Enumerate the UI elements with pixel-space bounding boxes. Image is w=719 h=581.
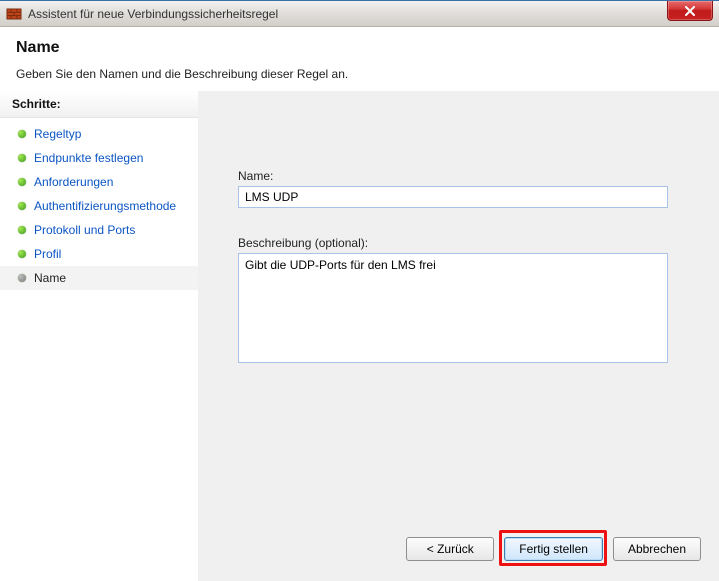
steps-sidebar: Schritte: Regeltyp Endpunkte festlegen A…: [0, 91, 198, 581]
window-title: Assistent für neue Verbindungssicherheit…: [28, 7, 278, 21]
cancel-button[interactable]: Abbrechen: [613, 537, 701, 561]
close-button[interactable]: [667, 1, 713, 21]
step-name[interactable]: Name: [0, 266, 198, 290]
step-bullet-icon: [18, 154, 26, 162]
step-label: Protokoll und Ports: [34, 223, 135, 237]
step-endpunkte[interactable]: Endpunkte festlegen: [0, 146, 198, 170]
description-input[interactable]: [238, 253, 668, 363]
page-title: Name: [16, 39, 703, 57]
step-bullet-icon: [18, 226, 26, 234]
steps-list: Regeltyp Endpunkte festlegen Anforderung…: [0, 118, 198, 294]
step-label: Anforderungen: [34, 175, 113, 189]
titlebar: Assistent für neue Verbindungssicherheit…: [0, 1, 719, 27]
step-label: Authentifizierungsmethode: [34, 199, 176, 213]
step-regeltyp[interactable]: Regeltyp: [0, 122, 198, 146]
step-authentifizierung[interactable]: Authentifizierungsmethode: [0, 194, 198, 218]
wizard-window: Assistent für neue Verbindungssicherheit…: [0, 0, 719, 581]
step-profil[interactable]: Profil: [0, 242, 198, 266]
main-panel: Name: Beschreibung (optional): < Zurück …: [198, 91, 719, 581]
finish-button[interactable]: Fertig stellen: [504, 537, 603, 561]
step-label: Profil: [34, 247, 61, 261]
back-button[interactable]: < Zurück: [406, 537, 494, 561]
wizard-header: Name Geben Sie den Namen und die Beschre…: [0, 27, 719, 91]
name-input[interactable]: [238, 186, 668, 208]
name-label: Name:: [238, 169, 679, 183]
wizard-body: Schritte: Regeltyp Endpunkte festlegen A…: [0, 91, 719, 581]
step-anforderungen[interactable]: Anforderungen: [0, 170, 198, 194]
step-label: Endpunkte festlegen: [34, 151, 143, 165]
step-bullet-icon: [18, 250, 26, 258]
step-protokoll[interactable]: Protokoll und Ports: [0, 218, 198, 242]
step-label: Name: [34, 271, 66, 285]
step-bullet-icon: [18, 178, 26, 186]
firewall-icon: [6, 6, 22, 22]
wizard-button-row: < Zurück Fertig stellen Abbrechen: [406, 537, 701, 561]
step-bullet-icon: [18, 202, 26, 210]
steps-heading: Schritte:: [0, 91, 198, 118]
step-bullet-icon: [18, 130, 26, 138]
step-label: Regeltyp: [34, 127, 81, 141]
step-bullet-icon: [18, 274, 26, 282]
page-description: Geben Sie den Namen und die Beschreibung…: [16, 67, 703, 81]
close-icon: [684, 6, 696, 16]
description-label: Beschreibung (optional):: [238, 236, 679, 250]
